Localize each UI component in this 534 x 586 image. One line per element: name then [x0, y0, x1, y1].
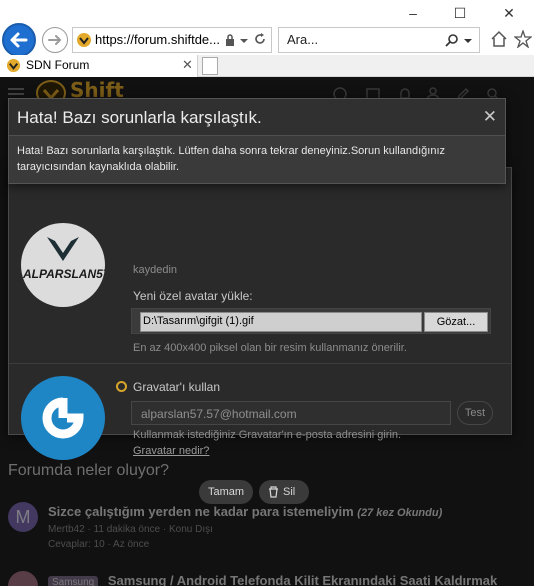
back-button[interactable]	[2, 23, 36, 57]
minimize-button[interactable]: –	[398, 2, 428, 24]
search-dropdown-icon[interactable]	[463, 36, 473, 46]
current-avatar: ALPARSLAN57	[21, 223, 105, 307]
close-window-button[interactable]: ✕	[494, 2, 524, 24]
error-message: Hata! Bazı sorunlarla karşılaştık. Lütfe…	[17, 145, 446, 173]
search-input[interactable]: Ara...	[287, 32, 318, 47]
dropdown-arrow-icon[interactable]	[239, 34, 249, 46]
error-title: Hata! Bazı sorunlarla karşılaştık.	[17, 108, 262, 127]
address-text[interactable]: https://forum.shiftde...	[95, 32, 220, 47]
gravatar-avatar	[21, 376, 105, 460]
tab-sdn-forum[interactable]: SDN Forum ✕	[0, 55, 198, 77]
gravatar-label[interactable]: Gravatar'ı kullan	[133, 380, 220, 394]
favorites-star-icon[interactable]	[514, 30, 532, 48]
new-tab-button[interactable]	[202, 57, 218, 75]
divider	[9, 363, 511, 364]
gravatar-radio[interactable]	[116, 381, 127, 392]
back-arrow-icon	[10, 32, 28, 48]
gravatar-logo-icon	[42, 397, 84, 439]
avatar-name-text: ALPARSLAN57	[23, 267, 105, 281]
site-favicon-icon	[77, 33, 91, 47]
gravatar-email-input[interactable]: alparslan57.57@hotmail.com	[131, 401, 451, 425]
address-bar[interactable]: https://forum.shiftde...	[72, 27, 272, 53]
file-upload-field[interactable]: D:\Tasarım\gifgit (1).gif Gözat...	[131, 308, 491, 334]
tab-favicon-icon	[6, 58, 21, 73]
error-dialog: Hata! Bazı sorunlarla karşılaştık. ✕ Hat…	[8, 98, 506, 184]
delete-button-label[interactable]: Sil	[283, 480, 295, 504]
maximize-button[interactable]: ☐	[445, 2, 475, 24]
browser-navbar: https://forum.shiftde... Ara...	[0, 22, 534, 57]
avatar-dialog: ALPARSLAN57 kaydedin Yeni özel avatar yü…	[8, 167, 512, 504]
test-button[interactable]: Test	[457, 401, 493, 425]
forward-arrow-icon	[48, 35, 62, 45]
file-path-input[interactable]: D:\Tasarım\gifgit (1).gif	[140, 312, 422, 332]
browse-button[interactable]: Gözat...	[424, 312, 488, 332]
refresh-icon[interactable]	[253, 32, 267, 46]
gravatar-hint: Kullanmak istediğiniz Gravatar'ın e-post…	[133, 429, 402, 441]
upload-hint: En az 400x400 piksel olan bir resim kull…	[133, 342, 407, 354]
ok-button[interactable]: Tamam	[199, 480, 253, 504]
delete-button[interactable]: Sil	[259, 480, 309, 504]
tab-title: SDN Forum	[26, 58, 90, 72]
close-icon[interactable]: ✕	[483, 107, 497, 127]
tab-close-icon[interactable]: ✕	[182, 57, 193, 73]
search-bar[interactable]: Ara...	[278, 27, 480, 53]
tab-bar: SDN Forum ✕	[0, 55, 534, 77]
page-content: Shift Forumda neler oluyor? M Sizce çalı…	[0, 77, 534, 586]
home-icon[interactable]	[490, 30, 508, 48]
search-icon[interactable]	[445, 33, 459, 47]
partial-text: kaydedin	[133, 264, 178, 276]
forward-button[interactable]	[42, 27, 68, 53]
error-header: Hata! Bazı sorunlarla karşılaştık. ✕	[9, 99, 505, 136]
avatar-emblem-icon	[47, 237, 79, 261]
lock-icon[interactable]	[225, 34, 235, 46]
trash-icon	[269, 486, 278, 498]
upload-label: Yeni özel avatar yükle:	[133, 289, 253, 303]
gravatar-info-link[interactable]: Gravatar nedir?	[133, 445, 209, 457]
